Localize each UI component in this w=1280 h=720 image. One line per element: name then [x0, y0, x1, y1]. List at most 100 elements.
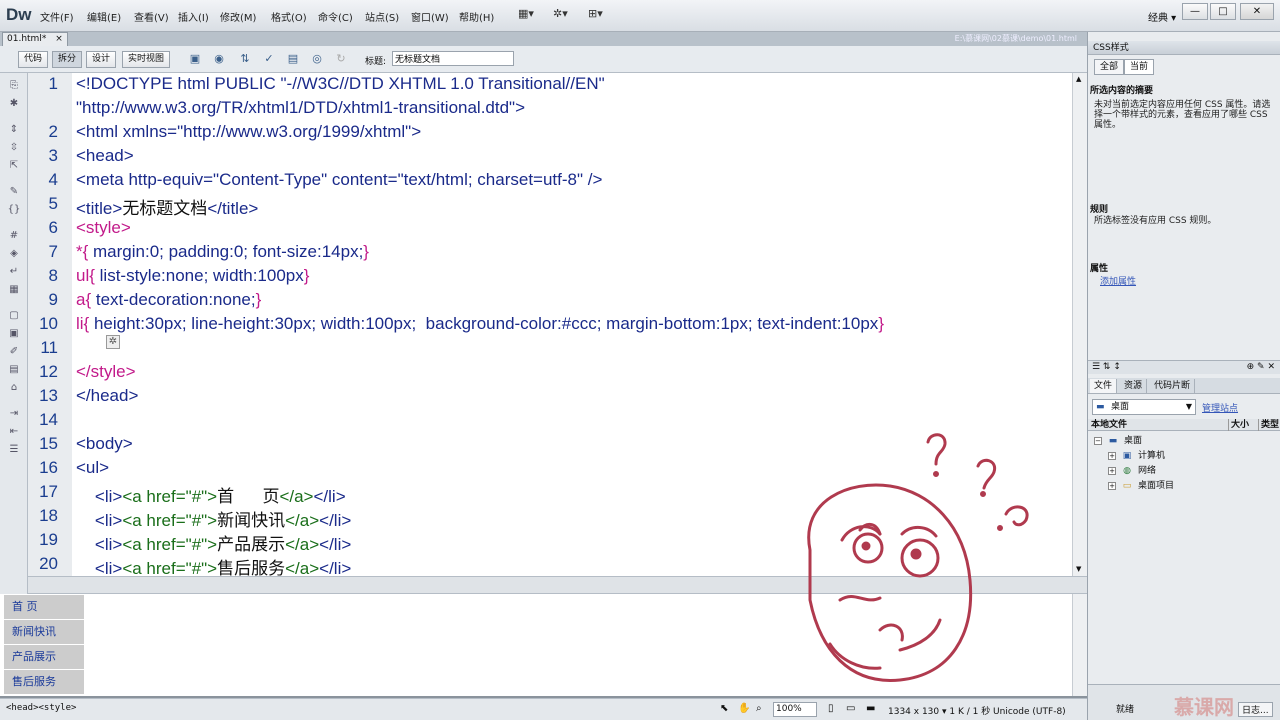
- expand-icon[interactable]: −: [1094, 437, 1102, 445]
- design-vertical-scrollbar[interactable]: [1072, 594, 1087, 696]
- desktop-size-icon[interactable]: ▬: [866, 703, 875, 714]
- files-tab[interactable]: 文件: [1090, 379, 1118, 393]
- open-documents-icon[interactable]: ⎘: [7, 79, 21, 93]
- live-view-button[interactable]: 实时视图: [122, 51, 171, 68]
- collapse-selection-icon[interactable]: ⇳: [7, 141, 21, 155]
- document-tab[interactable]: 01.html* ×: [2, 32, 68, 46]
- document-title-input[interactable]: [392, 51, 514, 66]
- menu-item[interactable]: 帮助(H): [459, 9, 494, 24]
- outdent-code-icon[interactable]: ⇤: [7, 425, 21, 439]
- menu-item[interactable]: 编辑(E): [87, 9, 121, 24]
- scroll-up-icon[interactable]: ▲: [1076, 75, 1081, 83]
- tablet-size-icon[interactable]: ▭: [846, 703, 855, 714]
- file-tree-item[interactable]: − ▬ 桌面: [1094, 433, 1142, 446]
- close-button[interactable]: ✕: [1240, 3, 1274, 20]
- code-line[interactable]: <li><a href="#">产品展示</a></li>: [76, 530, 351, 555]
- mobile-size-icon[interactable]: ▯: [828, 703, 834, 714]
- code-view-button[interactable]: 代码: [18, 51, 49, 68]
- recent-snippets-icon[interactable]: ▤: [7, 363, 21, 377]
- hand-tool-icon[interactable]: ✋: [738, 703, 750, 714]
- validate-icon[interactable]: ◎: [310, 52, 324, 66]
- code-line[interactable]: <ul>: [76, 458, 109, 478]
- zoom-tool-icon[interactable]: ⌕: [756, 703, 762, 714]
- code-line[interactable]: <style>: [76, 218, 131, 238]
- scroll-down-icon[interactable]: ▼: [1076, 565, 1081, 573]
- line-numbers-icon[interactable]: #: [7, 229, 21, 243]
- code-line[interactable]: *{ margin:0; padding:0; font-size:14px;}: [76, 242, 369, 262]
- multiscreen-icon[interactable]: ▣: [188, 52, 202, 66]
- workspace-switcher[interactable]: 经典 ▾: [1148, 9, 1176, 24]
- css-panel-header[interactable]: CSS样式: [1088, 41, 1280, 55]
- design-nav-item[interactable]: 新闻快讯: [4, 620, 84, 644]
- file-management-icon[interactable]: ⇅: [238, 52, 252, 66]
- col-size[interactable]: 大小: [1228, 419, 1249, 431]
- css-all-tab[interactable]: 全部: [1094, 59, 1125, 75]
- log-button[interactable]: 日志...: [1238, 702, 1273, 717]
- assets-tab[interactable]: 资源: [1120, 379, 1148, 393]
- zoom-select[interactable]: 100%: [773, 702, 817, 717]
- split-view-button[interactable]: 拆分: [52, 51, 83, 68]
- menu-item[interactable]: 修改(M): [220, 9, 256, 24]
- word-wrap-icon[interactable]: ↵: [7, 265, 21, 279]
- file-tree-item[interactable]: + ▣ 计算机: [1108, 448, 1165, 461]
- code-line[interactable]: </head>: [76, 386, 138, 406]
- show-code-navigator-icon[interactable]: ✱: [7, 97, 21, 111]
- highlight-invalid-icon[interactable]: ◈: [7, 247, 21, 261]
- design-nav-item[interactable]: 售后服务: [4, 670, 84, 694]
- move-css-icon[interactable]: ⌂: [7, 381, 21, 395]
- minimize-button[interactable]: —: [1182, 3, 1208, 20]
- expand-icon[interactable]: +: [1108, 452, 1116, 460]
- preview-browser-icon[interactable]: ◉: [212, 52, 226, 66]
- code-line[interactable]: <!DOCTYPE html PUBLIC "-//W3C//DTD XHTML…: [76, 74, 605, 94]
- maximize-button[interactable]: □: [1210, 3, 1236, 20]
- css-current-tab[interactable]: 当前: [1124, 59, 1155, 75]
- indent-code-icon[interactable]: ⇥: [7, 407, 21, 421]
- expand-icon[interactable]: +: [1108, 482, 1116, 490]
- select-parent-tag-icon[interactable]: ✎: [7, 185, 21, 199]
- menu-item[interactable]: 窗口(W): [411, 9, 449, 24]
- snippets-tab[interactable]: 代码片断: [1150, 379, 1196, 393]
- expand-icon[interactable]: +: [1108, 467, 1116, 475]
- css-actions-icon[interactable]: ⊕ ✎ ✕: [1247, 361, 1275, 373]
- code-vertical-scrollbar[interactable]: ▲ ▼: [1072, 73, 1087, 576]
- expand-all-icon[interactable]: ⇱: [7, 159, 21, 173]
- show-category-icon[interactable]: ☰ ⇅ ↕: [1092, 362, 1121, 372]
- menu-item[interactable]: 查看(V): [134, 9, 169, 24]
- code-line[interactable]: <li><a href="#">首 页</a></li>: [76, 482, 346, 507]
- file-tree-item[interactable]: + ◍ 网络: [1108, 463, 1156, 476]
- menu-item[interactable]: 格式(O): [271, 9, 307, 24]
- design-nav-item[interactable]: 首 页: [4, 595, 84, 619]
- code-line[interactable]: "http://www.w3.org/TR/xhtml1/DTD/xhtml1-…: [76, 98, 525, 118]
- design-view-button[interactable]: 设计: [86, 51, 117, 68]
- code-line[interactable]: <li><a href="#">售后服务</a></li>: [76, 554, 351, 576]
- refresh-icon[interactable]: ↻: [334, 52, 348, 66]
- select-tool-icon[interactable]: ⬉: [720, 703, 728, 714]
- syntax-coloring-icon[interactable]: ▦: [7, 283, 21, 297]
- code-line[interactable]: <head>: [76, 146, 134, 166]
- code-line[interactable]: li{ height:30px; line-height:30px; width…: [76, 314, 884, 334]
- code-line[interactable]: a{ text-decoration:none;}: [76, 290, 261, 310]
- visual-aids-icon[interactable]: ▤: [286, 52, 300, 66]
- menu-item[interactable]: 命令(C): [318, 9, 353, 24]
- file-tree-item[interactable]: + ▭ 桌面项目: [1108, 478, 1174, 491]
- code-hint-icon[interactable]: ✲: [106, 335, 120, 349]
- manage-sites-link[interactable]: 管理站点: [1202, 401, 1238, 414]
- close-tab-icon[interactable]: ×: [55, 34, 63, 44]
- balance-braces-icon[interactable]: {}: [7, 203, 21, 217]
- tag-selector[interactable]: <head><style>: [6, 703, 76, 713]
- code-line[interactable]: ul{ list-style:none; width:100px}: [76, 266, 309, 286]
- add-property-link[interactable]: 添加属性: [1100, 274, 1136, 287]
- gear-icon[interactable]: ✲▾: [553, 7, 568, 20]
- col-type[interactable]: 类型: [1258, 419, 1279, 431]
- code-line[interactable]: <title>无标题文档</title>: [76, 194, 258, 219]
- sitemap-icon[interactable]: ⊞▾: [588, 7, 603, 20]
- site-select[interactable]: ▬ 桌面 ▼: [1092, 399, 1196, 415]
- apply-comment-icon[interactable]: ▢: [7, 309, 21, 323]
- collapse-tag-icon[interactable]: ⇕: [7, 123, 21, 137]
- code-line[interactable]: </style>: [76, 362, 136, 382]
- code-line[interactable]: <body>: [76, 434, 133, 454]
- remove-comment-icon[interactable]: ▣: [7, 327, 21, 341]
- design-nav-item[interactable]: 产品展示: [4, 645, 84, 669]
- code-line[interactable]: <html xmlns="http://www.w3.org/1999/xhtm…: [76, 122, 421, 142]
- menu-item[interactable]: 插入(I): [178, 9, 209, 24]
